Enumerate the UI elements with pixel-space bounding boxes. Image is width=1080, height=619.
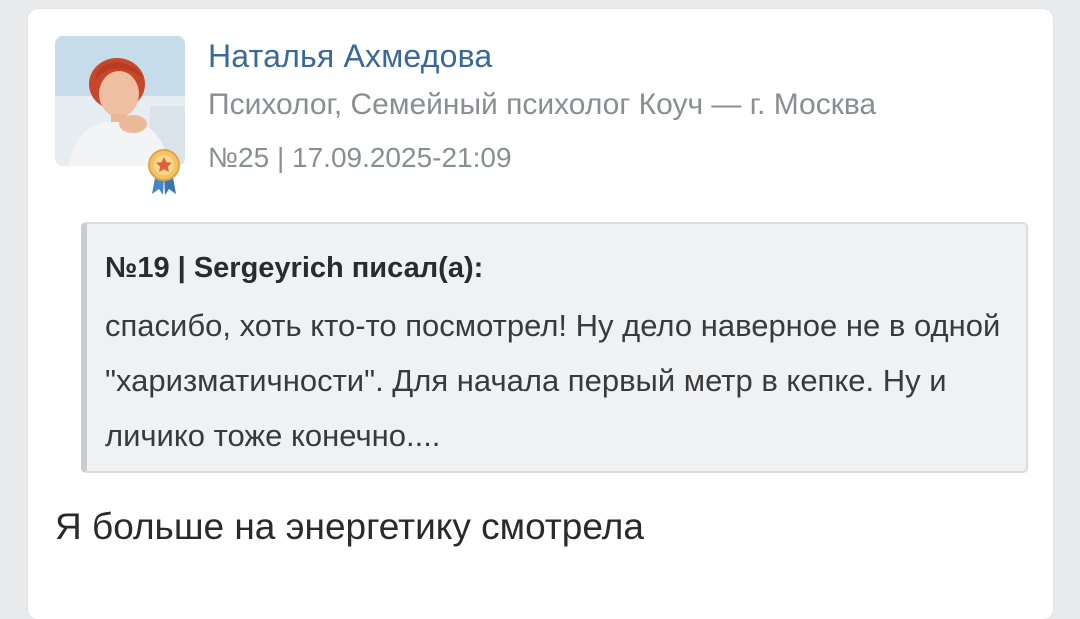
- post-body-text: Я больше на энергетику смотрела: [55, 506, 644, 547]
- author-photo: [55, 36, 185, 166]
- author-name-link[interactable]: Наталья Ахмедова: [208, 38, 492, 75]
- quoted-message: №19 | Sergeyrich писал(а): спасибо, хоть…: [81, 222, 1028, 473]
- author-avatar[interactable]: [55, 36, 187, 195]
- forum-post-card: Наталья Ахмедова Психолог, Семейный псих…: [28, 9, 1053, 619]
- author-photo-illustration: [55, 36, 185, 166]
- author-profession: Психолог, Семейный психолог Коуч — г. Мо…: [208, 88, 877, 121]
- post-number-timestamp: №25 | 17.09.2025-21:09: [208, 142, 512, 173]
- award-ribbon-icon: [147, 148, 181, 196]
- quote-header[interactable]: №19 | Sergeyrich писал(а):: [105, 252, 483, 285]
- quote-text: спасибо, хоть кто-то посмотрел! Ну дело …: [105, 308, 1001, 453]
